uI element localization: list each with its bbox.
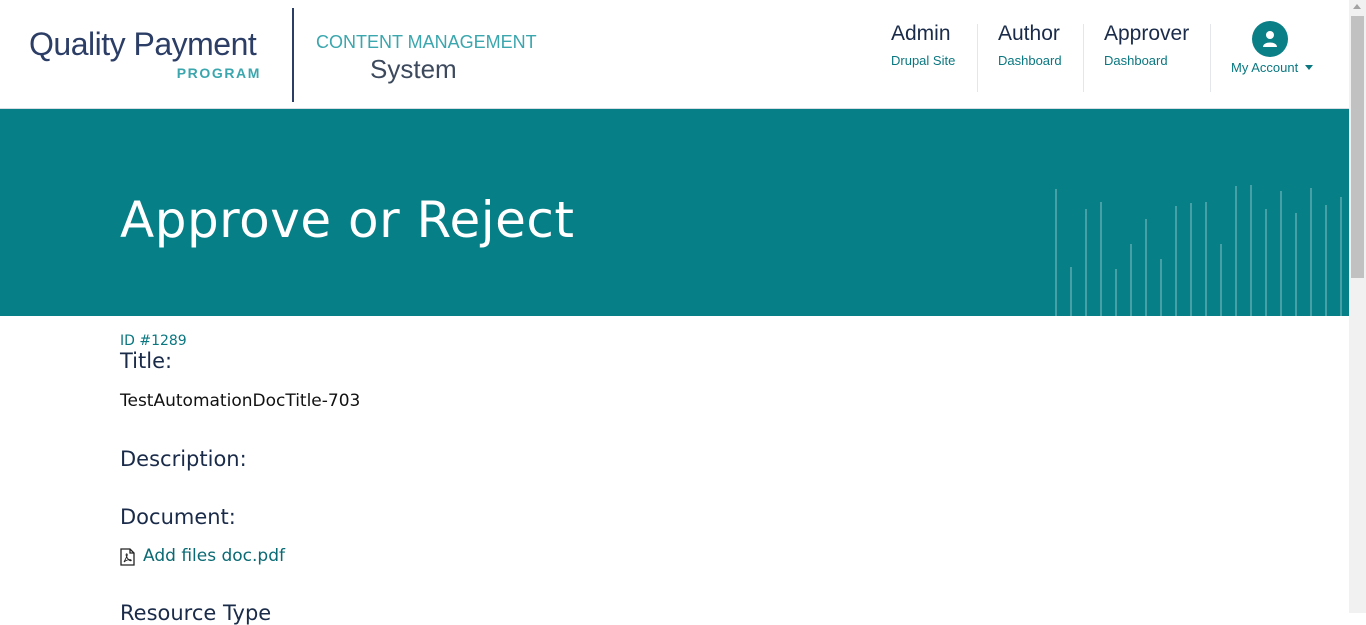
pdf-file-icon <box>120 548 135 566</box>
chevron-down-icon <box>1305 65 1313 70</box>
nav-divider <box>977 24 978 92</box>
page-title: Approve or Reject <box>120 191 575 249</box>
user-icon <box>1252 21 1288 57</box>
document-file-name[interactable]: Add files doc.pdf <box>143 546 285 566</box>
nav-admin-subtitle: Drupal Site <box>891 53 956 68</box>
logo-line1: Quality Payment <box>29 26 257 62</box>
nav-divider <box>1083 24 1084 92</box>
title-value: TestAutomationDocTitle-703 <box>120 391 361 411</box>
logo-line2: PROGRAM <box>176 65 261 81</box>
qpp-logo[interactable]: Quality Payment PROGRAM <box>29 26 261 86</box>
nav-approver-subtitle: Dashboard <box>1104 53 1168 68</box>
nav-author-subtitle: Dashboard <box>998 53 1062 68</box>
nav-admin-title: Admin <box>891 22 951 45</box>
description-label: Description: <box>120 447 247 471</box>
cms-line1: CONTENT MANAGEMENT <box>316 32 537 52</box>
nav-approver-title: Approver <box>1104 22 1190 45</box>
cms-line2: System <box>370 54 457 84</box>
site-header: Quality Payment PROGRAM CONTENT MANAGEME… <box>0 0 1349 109</box>
page-banner: Approve or Reject <box>0 109 1349 316</box>
nav-approver[interactable]: Approver Dashboard <box>1104 22 1189 92</box>
nav-author[interactable]: Author Dashboard <box>998 22 1062 92</box>
decorative-lines <box>1055 185 1342 316</box>
nav-author-title: Author <box>998 22 1060 45</box>
my-account-label: My Account <box>1231 60 1299 75</box>
record-id: ID #1289 <box>120 333 187 349</box>
cms-logo: CONTENT MANAGEMENT System <box>316 32 537 92</box>
scrollbar-thumb[interactable] <box>1351 16 1364 278</box>
my-account-menu[interactable]: My Account <box>1230 20 1320 80</box>
scroll-up-icon[interactable] <box>1353 4 1361 9</box>
nav-admin[interactable]: Admin Drupal Site <box>891 22 955 92</box>
nav-divider <box>1210 24 1211 92</box>
resource-type-label: Resource Type <box>120 601 272 625</box>
logo-divider <box>292 8 294 102</box>
document-label: Document: <box>120 505 236 529</box>
title-label: Title: <box>120 349 173 373</box>
